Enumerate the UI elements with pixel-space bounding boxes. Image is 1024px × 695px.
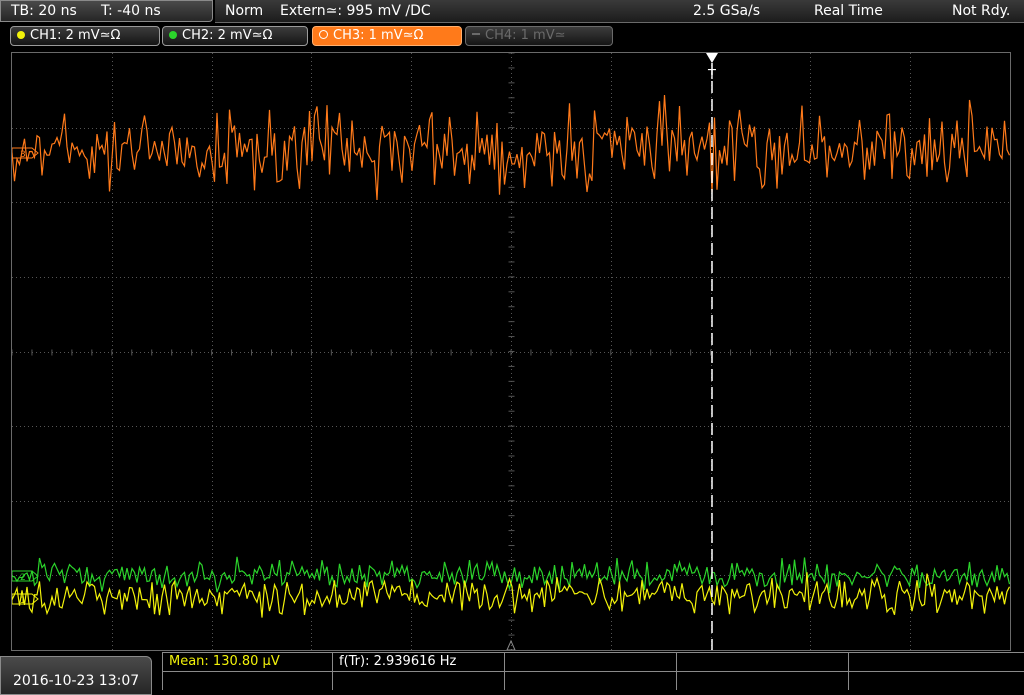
waveform-display[interactable]: T 3 2 1: [11, 52, 1011, 651]
measurement-panel[interactable]: Mean: 130.80 µV f(Tr): 2.939616 Hz: [162, 652, 1024, 695]
ch4-label: CH4: 1 mV≃: [485, 28, 566, 43]
measurement-slot-9[interactable]: [676, 671, 848, 690]
channel-tabs: CH1: 2 mV≃Ω CH2: 2 mV≃Ω CH3: 1 mV≃Ω CH4:…: [0, 26, 1024, 48]
trigger-arrow-icon[interactable]: [706, 53, 718, 63]
ch1-marker-label: 1: [20, 596, 26, 606]
trigger-source: Extern≃: 995 mV ∕DC: [280, 3, 431, 19]
ch1-indicator-icon: [17, 31, 25, 39]
frequency-measurement[interactable]: f(Tr): 2.939616 Hz: [332, 652, 504, 671]
measurement-slot-3[interactable]: [504, 652, 676, 671]
measurement-slot-5[interactable]: [848, 652, 1024, 671]
timebase-label: TB: 20 ns: [11, 3, 77, 19]
tab-ch2[interactable]: CH2: 2 mV≃Ω: [162, 26, 308, 46]
measurement-slot-7[interactable]: [332, 671, 504, 690]
top-status-bar: TB: 20 ns T: -40 ns Norm Extern≃: 995 mV…: [0, 0, 1024, 24]
ch4-off-icon: [472, 33, 480, 35]
timebase-box[interactable]: TB: 20 ns T: -40 ns: [0, 0, 213, 22]
sample-rate: 2.5 GSa/s: [693, 3, 761, 19]
trigger-time-label: T: -40 ns: [101, 3, 161, 19]
acquisition-mode: Real Time: [814, 3, 883, 19]
trigger-mode: Norm: [225, 3, 264, 19]
ch3-indicator-icon: [319, 30, 328, 39]
mean-value: Mean: 130.80 µV: [169, 654, 280, 669]
acquisition-status-bar[interactable]: Norm Extern≃: 995 mV ∕DC 2.5 GSa/s Real …: [215, 0, 1024, 23]
waveform-plot: T 3 2 1: [12, 53, 1010, 650]
ch1-label: CH1: 2 mV≃Ω: [30, 28, 121, 43]
ch2-marker-label: 2: [20, 573, 26, 583]
measurement-slot-4[interactable]: [676, 652, 848, 671]
datetime-box: 2016-10-23 13:07: [0, 656, 152, 695]
measurement-slot-10[interactable]: [848, 671, 1024, 690]
trigger-state: Not Rdy.: [952, 3, 1011, 19]
measurement-slot-6[interactable]: [162, 671, 332, 690]
ch3-label: CH3: 1 mV≃Ω: [333, 28, 424, 43]
tab-ch1[interactable]: CH1: 2 mV≃Ω: [10, 26, 160, 46]
ch3-offset-marker[interactable]: 3: [12, 147, 39, 160]
measurement-slot-8[interactable]: [504, 671, 676, 690]
ch3-trace: [12, 94, 1010, 201]
ch2-label: CH2: 2 mV≃Ω: [182, 28, 273, 43]
tab-ch4[interactable]: CH4: 1 mV≃: [465, 26, 613, 46]
ch1-trace: [12, 572, 1010, 618]
frequency-value: f(Tr): 2.939616 Hz: [339, 654, 457, 669]
ch3-marker-label: 3: [20, 150, 26, 160]
datetime-label: 2016-10-23 13:07: [13, 673, 140, 689]
ch2-indicator-icon: [169, 31, 177, 39]
tab-ch3[interactable]: CH3: 1 mV≃Ω: [312, 26, 462, 46]
mean-measurement[interactable]: Mean: 130.80 µV: [162, 652, 332, 671]
trigger-marker-label: T: [707, 68, 716, 83]
